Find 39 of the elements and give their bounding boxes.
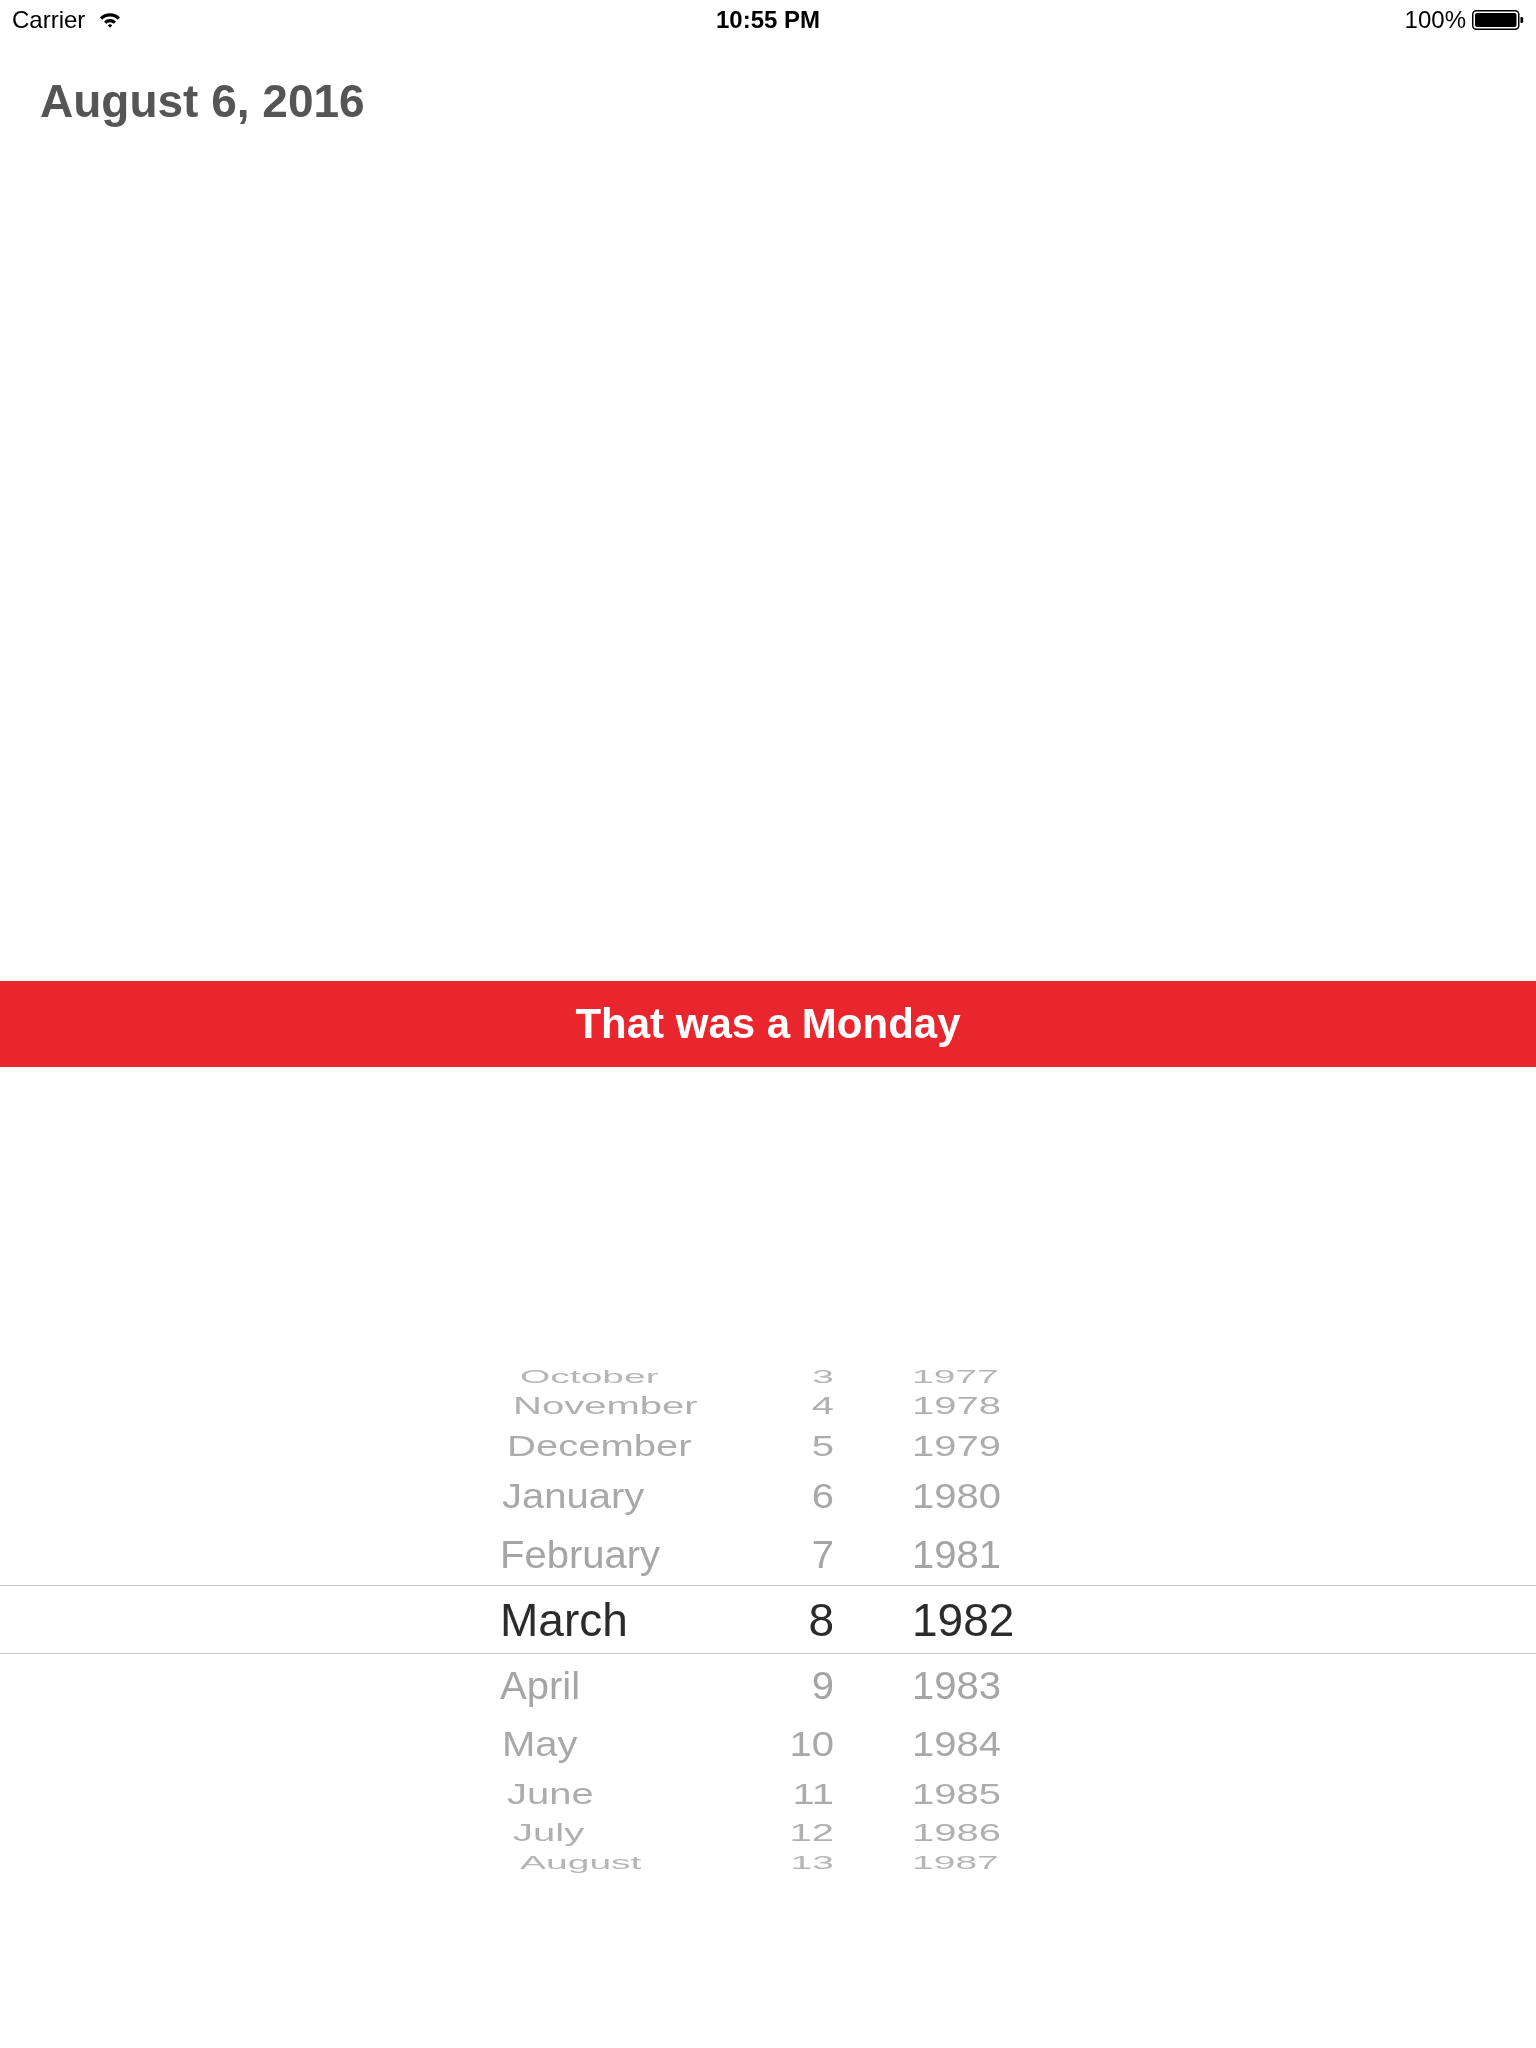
clock-time: 10:55 PM	[715, 8, 821, 32]
day-option[interactable]: 9	[811, 1665, 834, 1705]
wifi-icon	[99, 12, 122, 28]
month-option[interactable]: July	[513, 1821, 585, 1845]
year-option[interactable]: 1979	[912, 1430, 1001, 1461]
month-option[interactable]: April	[500, 1665, 581, 1705]
year-option[interactable]: 1985	[912, 1778, 1001, 1809]
day-option[interactable]: 13	[790, 1853, 834, 1872]
year-option[interactable]: 1986	[912, 1821, 1001, 1845]
year-option[interactable]: 1978	[912, 1394, 1001, 1418]
year-option[interactable]: 1982	[912, 1596, 1015, 1643]
month-option[interactable]: October	[520, 1367, 659, 1386]
day-option[interactable]: 12	[789, 1821, 834, 1845]
month-option[interactable]: December	[507, 1430, 692, 1461]
month-option[interactable]: November	[513, 1394, 698, 1418]
month-option[interactable]: March	[500, 1596, 628, 1643]
year-option[interactable]: 1987	[912, 1853, 999, 1872]
month-option[interactable]: January	[502, 1477, 645, 1514]
month-option[interactable]: June	[507, 1778, 594, 1809]
battery-icon	[1472, 10, 1524, 30]
battery-percent: 100%	[1404, 8, 1466, 32]
year-option[interactable]: 1984	[912, 1725, 1001, 1762]
day-option[interactable]: 4	[811, 1394, 834, 1418]
day-option[interactable]: 10	[789, 1725, 834, 1762]
day-option[interactable]: 7	[811, 1534, 834, 1574]
day-option[interactable]: 5	[811, 1430, 834, 1461]
month-option[interactable]: August	[520, 1853, 642, 1872]
month-option[interactable]: February	[500, 1534, 661, 1574]
year-option[interactable]: 1983	[912, 1665, 1001, 1705]
weekday-message: That was a Monday	[575, 1003, 961, 1045]
day-option[interactable]: 3	[812, 1367, 834, 1386]
year-option[interactable]: 1980	[912, 1477, 1001, 1514]
day-option[interactable]: 6	[811, 1477, 834, 1514]
day-option[interactable]: 11	[792, 1778, 834, 1809]
day-option[interactable]: 8	[808, 1596, 834, 1643]
month-option[interactable]: May	[502, 1725, 578, 1762]
carrier-label: Carrier	[12, 8, 86, 32]
year-option[interactable]: 1977	[912, 1367, 999, 1386]
year-option[interactable]: 1981	[912, 1534, 1001, 1574]
